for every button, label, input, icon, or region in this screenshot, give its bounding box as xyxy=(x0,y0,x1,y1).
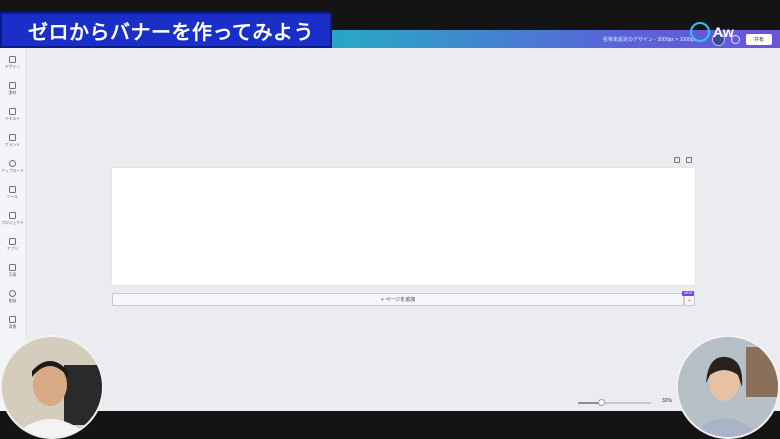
presenter-right-image xyxy=(678,337,778,437)
sidebar-item-design[interactable]: デザイン xyxy=(0,56,25,82)
sidebar-item-projects[interactable]: プロジェクト xyxy=(0,212,25,238)
sidebar-item-videos[interactable]: 動画 xyxy=(0,290,25,316)
channel-logo: Aw xyxy=(690,20,734,44)
webcam-presenter-right xyxy=(676,335,780,439)
add-page-button[interactable]: + ページを追加 xyxy=(112,293,684,306)
sidebar-item-label: プロジェクト xyxy=(1,221,24,225)
pen-tool-icon xyxy=(9,186,16,193)
background-icon xyxy=(9,316,16,323)
shapes-icon xyxy=(9,82,16,89)
photo-icon xyxy=(9,264,16,271)
editor-workspace: + ページを追加 ⌄ NEW 32% xyxy=(26,48,780,411)
page-tools xyxy=(674,157,692,163)
circle-logo-icon xyxy=(690,22,710,42)
sidebar-item-label: デザイン xyxy=(4,65,21,69)
zoom-slider[interactable] xyxy=(578,399,651,406)
folder-icon xyxy=(9,212,16,219)
logo-text: Aw xyxy=(713,24,734,40)
sidebar-item-apps[interactable]: アプリ xyxy=(0,238,25,264)
sidebar-item-label: アプリ xyxy=(6,247,19,251)
document-title[interactable]: 名称未設定のデザイン - 3000px × 1000px xyxy=(603,36,696,43)
zoom-level[interactable]: 32% xyxy=(662,398,672,404)
layout-icon xyxy=(9,56,16,63)
apps-grid-icon xyxy=(9,238,16,245)
sidebar-item-label: ブランド xyxy=(4,143,21,147)
sidebar-item-photos[interactable]: 写真 xyxy=(0,264,25,290)
zoom-slider-handle[interactable] xyxy=(598,399,605,406)
video-title-banner: ゼロからバナーを作ってみよう xyxy=(0,12,332,48)
sidebar-item-brand[interactable]: ブランド xyxy=(0,134,25,160)
share-button[interactable]: 共有 xyxy=(746,33,772,45)
sidebar-item-uploads[interactable]: アップロード xyxy=(0,160,25,186)
presenter-left-image xyxy=(2,337,102,437)
sidebar-item-label: アップロード xyxy=(1,169,24,173)
duplicate-page-icon[interactable] xyxy=(674,157,680,163)
design-canvas[interactable] xyxy=(112,168,695,285)
sidebar-item-label: 写真 xyxy=(8,273,17,277)
sidebar-item-background[interactable]: 背景 xyxy=(0,316,25,342)
new-badge: NEW xyxy=(682,291,695,296)
sidebar-item-label: 背景 xyxy=(8,325,17,329)
sidebar-item-elements[interactable]: 素材 xyxy=(0,82,25,108)
brand-icon xyxy=(9,134,16,141)
add-page-icon[interactable] xyxy=(686,157,692,163)
sidebar-item-tools[interactable]: ツール xyxy=(0,186,25,212)
video-title: ゼロからバナーを作ってみよう xyxy=(28,19,314,44)
sidebar-item-label: 動画 xyxy=(8,299,17,303)
video-play-icon xyxy=(9,290,16,297)
video-bottom-band xyxy=(0,411,780,439)
webcam-presenter-left xyxy=(0,335,104,439)
sidebar-item-label: 素材 xyxy=(8,91,17,95)
sidebar-item-label: テキスト xyxy=(4,117,21,121)
text-icon xyxy=(9,108,16,115)
sidebar-item-text[interactable]: テキスト xyxy=(0,108,25,134)
sidebar-item-label: ツール xyxy=(6,195,19,199)
upload-cloud-icon xyxy=(9,160,16,167)
